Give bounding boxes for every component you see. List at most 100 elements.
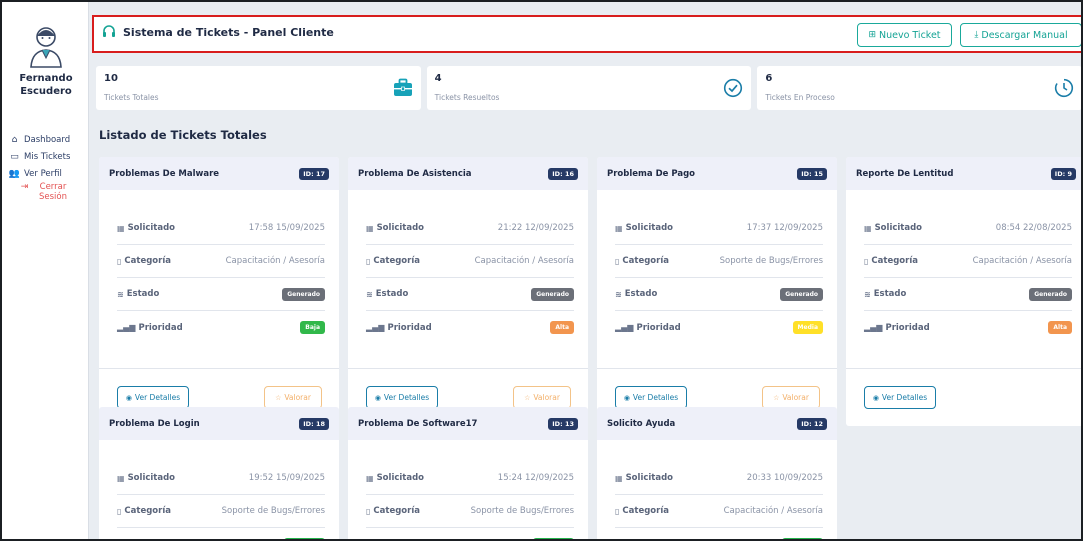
app-window: Fernando Escudero ⌂ Dashboard ▭ Mis Tick… xyxy=(0,0,1083,541)
signal-bars-icon: ▂▄▆ xyxy=(366,323,385,332)
rate-button[interactable]: ☆ Valorar xyxy=(264,386,322,409)
page-title: Sistema de Tickets - Panel Cliente xyxy=(123,25,334,39)
ticket-card: Problema De Software17 ID: 13 ▦ Solicitado 1… xyxy=(348,407,588,539)
prioridad-label: Prioridad xyxy=(138,322,183,333)
ticket-title: Problema De Login xyxy=(109,418,200,429)
view-details-label: Ver Detalles xyxy=(383,393,430,402)
row-categoria: ▯ Categoría Soporte de Bugs/Errores xyxy=(117,495,325,528)
row-solicitado: ▦ Solicitado 15:24 12/09/2025 xyxy=(366,462,574,495)
bookmark-icon: ▯ xyxy=(615,506,620,516)
card-header: Problema De Software17 ID: 13 xyxy=(348,407,588,440)
status-badge: Generado xyxy=(531,287,574,301)
ticket-card: Solicito Ayuda ID: 12 ▦ Solicitado 20:33 10/… xyxy=(597,407,837,539)
priority-badge: Alta xyxy=(550,321,574,334)
stat-value: 4 xyxy=(434,73,442,84)
eye-icon: ◉ xyxy=(374,393,381,402)
sidebar-item-ver-perfil[interactable]: 👥 Ver Perfil xyxy=(6,165,88,182)
ticket-title: Problema De Pago xyxy=(607,168,696,179)
sidebar-item-label: Mis Tickets xyxy=(24,151,71,162)
card-body: ▦ Solicitado 19:52 15/09/2025 ▯ Categoría Sop… xyxy=(99,440,339,539)
view-details-label: Ver Detalles xyxy=(134,393,181,402)
stat-value: 10 xyxy=(104,73,118,84)
layers-icon: ≋ xyxy=(864,289,871,299)
row-solicitado: ▦ Solicitado 19:52 15/09/2025 xyxy=(117,462,325,495)
header-title: Sistema de Tickets - Panel Cliente xyxy=(102,25,334,39)
clock-icon xyxy=(1054,78,1074,98)
view-details-label: Ver Detalles xyxy=(881,393,928,402)
sidebar-item-logout[interactable]: ⇥ Cerrar Sesión xyxy=(6,182,88,208)
download-manual-button[interactable]: ⤓ Descargar Manual xyxy=(960,23,1081,47)
home-icon: ⌂ xyxy=(11,134,18,145)
eye-icon: ◉ xyxy=(872,393,879,402)
solicitado-label: Solicitado xyxy=(874,223,923,233)
card-header: Solicito Ayuda ID: 12 xyxy=(597,407,837,440)
row-categoria: ▯ Categoría Soporte de Bugs/Errores xyxy=(366,495,574,528)
ticket-icon: ▭ xyxy=(10,151,19,162)
new-ticket-button[interactable]: ⊞ Nuevo Ticket xyxy=(857,23,952,47)
check-circle-icon xyxy=(724,78,743,98)
row-estado: ≋EstadoAtendido xyxy=(117,528,325,539)
stat-label: Tickets Resueltos xyxy=(434,93,500,102)
stat-value: 6 xyxy=(765,73,773,84)
top-header: Sistema de Tickets - Panel Cliente ⊞ Nue… xyxy=(92,15,1081,53)
download-manual-label: Descargar Manual xyxy=(981,29,1068,41)
sidebar-item-label: Ver Perfil xyxy=(24,168,62,179)
categoria-label: Categoría xyxy=(373,506,420,516)
briefcase-icon xyxy=(393,78,412,96)
sidebar-item-mis-tickets[interactable]: ▭ Mis Tickets xyxy=(6,148,88,165)
calendar-icon: ▦ xyxy=(366,223,374,233)
row-estado: ≋ Estado Generado xyxy=(117,278,325,311)
signal-bars-icon: ▂▄▆ xyxy=(615,323,634,332)
users-icon: 👥 xyxy=(8,168,21,179)
view-details-button[interactable]: ◉ Ver Detalles xyxy=(117,386,189,409)
solicitado-label: Solicitado xyxy=(376,223,425,233)
solicitado-value: 19:52 15/09/2025 xyxy=(248,473,325,483)
card-body: ▦ Solicitado 20:33 10/09/2025 ▯ Categoría Cap… xyxy=(597,440,837,539)
card-header: Reporte De Lentitud ID: 9 xyxy=(846,157,1081,190)
calendar-icon: ▦ xyxy=(117,223,125,233)
row-solicitado: ▦ Solicitado 21:22 12/09/2025 xyxy=(366,212,574,245)
categoria-value: Soporte de Bugs/Errores xyxy=(470,506,574,516)
sidebar-item-dashboard[interactable]: ⌂ Dashboard xyxy=(6,131,88,148)
card-header: Problema De Pago ID: 15 xyxy=(597,157,837,190)
calendar-icon: ▦ xyxy=(864,223,872,233)
row-estado: ≋ Estado Generado xyxy=(366,278,574,311)
row-estado: ≋ Estado Generado xyxy=(864,278,1072,311)
bookmark-icon: ▯ xyxy=(366,506,371,516)
ticket-card: Problema De Asistencia ID: 16 ▦ Solicitado 2… xyxy=(348,157,588,426)
prioridad-label: Prioridad xyxy=(885,322,930,333)
section-title: Listado de Tickets Totales xyxy=(99,128,267,142)
solicitado-value: 21:22 12/09/2025 xyxy=(497,223,574,233)
rate-button[interactable]: ☆ Valorar xyxy=(513,386,571,409)
signal-bars-icon: ▂▄▆ xyxy=(864,323,883,332)
view-details-button[interactable]: ◉ Ver Detalles xyxy=(615,386,687,409)
estado-label: Estado xyxy=(126,289,160,299)
status-badge: Generado xyxy=(282,287,325,301)
ticket-id-badge: ID: 9 xyxy=(1050,167,1076,180)
rate-button[interactable]: ☆ Valorar xyxy=(762,386,820,409)
user-avatar-icon xyxy=(30,27,62,68)
layers-icon: ≋ xyxy=(366,289,373,299)
solicitado-value: 15:24 12/09/2025 xyxy=(497,473,574,483)
rate-label: Valorar xyxy=(284,393,311,402)
row-prioridad: ▂▄▆ Prioridad Media xyxy=(615,311,823,344)
categoria-label: Categoría xyxy=(871,256,918,266)
layers-icon: ≋ xyxy=(615,289,622,299)
row-estado: ≋ Estado Generado xyxy=(615,278,823,311)
categoria-value: Capacitación / Asesoría xyxy=(474,256,574,266)
ticket-card: Problema De Pago ID: 15 ▦ Solicitado 17:37 1… xyxy=(597,157,837,426)
view-details-button[interactable]: ◉ Ver Detalles xyxy=(864,386,936,409)
ticket-id-badge: ID: 12 xyxy=(797,417,827,430)
plus-square-icon: ⊞ xyxy=(868,30,876,40)
solicitado-label: Solicitado xyxy=(127,473,176,483)
prioridad-label: Prioridad xyxy=(636,322,681,333)
rate-label: Valorar xyxy=(782,393,809,402)
row-estado: ≋EstadoAtendido xyxy=(615,528,823,539)
priority-badge: Baja xyxy=(300,321,325,334)
view-details-button[interactable]: ◉ Ver Detalles xyxy=(366,386,438,409)
row-prioridad: ▂▄▆ Prioridad Baja xyxy=(117,311,325,344)
bookmark-icon: ▯ xyxy=(117,256,122,266)
ticket-card: Problemas De Malware ID: 17 ▦ Solicitado 17:… xyxy=(99,157,339,426)
row-prioridad: ▂▄▆ Prioridad Alta xyxy=(864,311,1072,344)
bookmark-icon: ▯ xyxy=(117,506,122,516)
